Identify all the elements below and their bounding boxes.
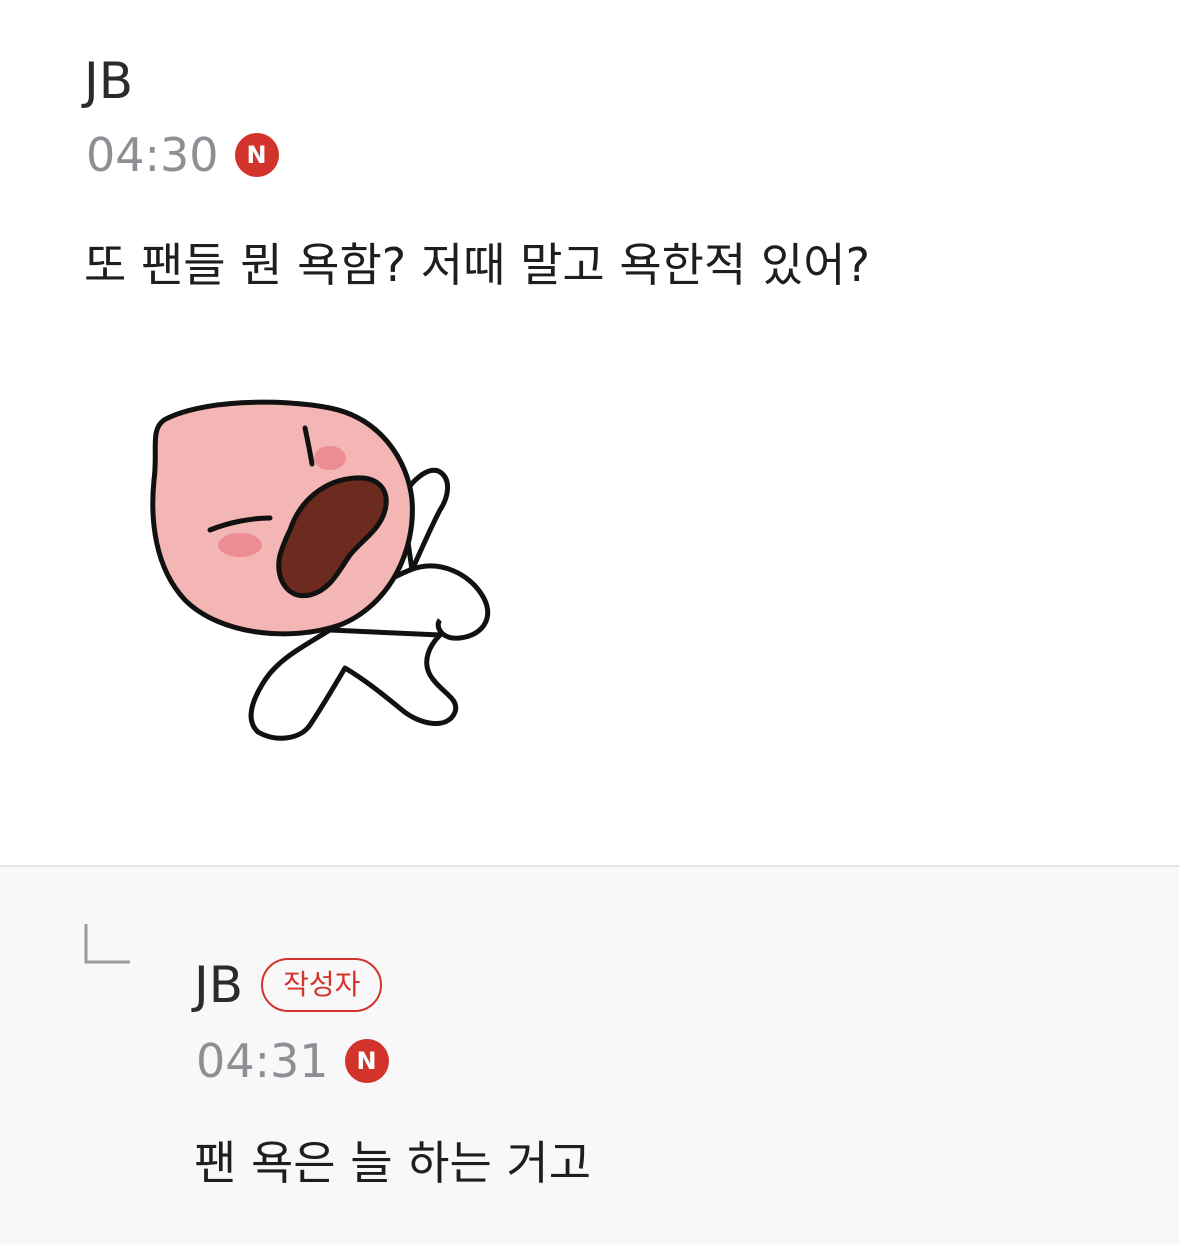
reply-author[interactable]: JB [194,960,243,1010]
comment-text: 또 팬들 뭔 욕함? 저때 말고 욕한적 있어? [84,238,870,292]
new-badge: N [344,1039,389,1083]
peach-sticker-image[interactable] [140,380,520,770]
writer-badge: 작성자 [261,958,383,1012]
comment-meta: 04:30 N [86,132,279,178]
reply-author-row: JB 작성자 [194,958,383,1012]
reply-time: 04:31 [196,1034,329,1088]
comment: JB 04:30 N 또 팬들 뭔 욕함? 저때 말고 욕한적 있어? [0,0,1179,866]
new-badge: N [234,133,279,177]
comment-author[interactable]: JB [84,56,133,106]
comment-time: 04:30 [86,128,219,182]
reply-arrow-icon [84,924,130,964]
reply-meta: 04:31 N [196,1038,389,1084]
reply-text: 팬 욕은 늘 하는 거고 [194,1136,592,1190]
